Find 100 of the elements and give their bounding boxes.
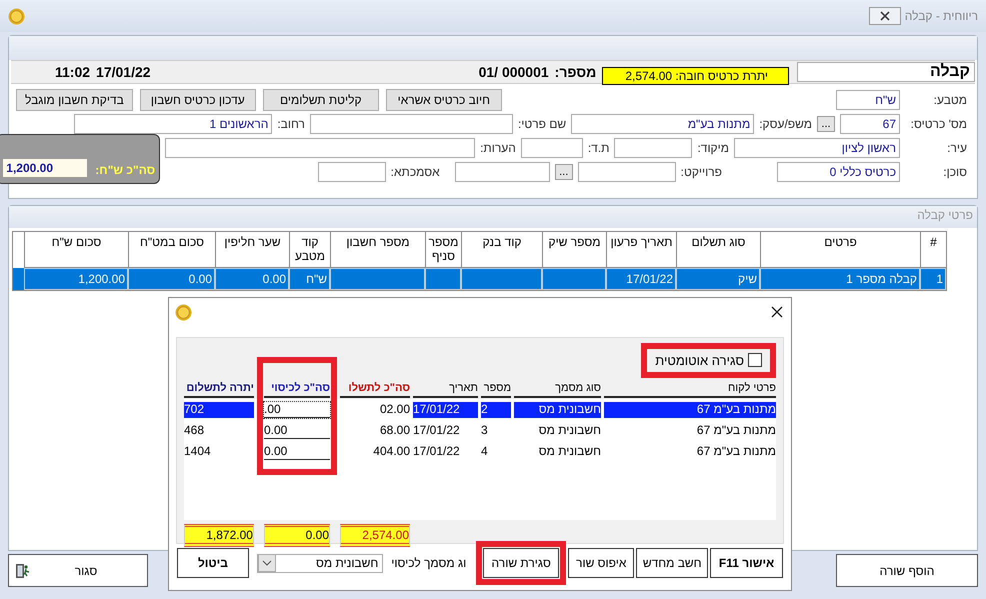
table-cell: קבלה מספר 1 xyxy=(760,268,920,290)
table-cell-text: 404.00 xyxy=(372,444,410,460)
amount-input[interactable]: 0.00 xyxy=(264,444,330,460)
column-header[interactable]: # xyxy=(920,232,946,268)
card-number-field[interactable]: 67 xyxy=(840,114,900,134)
first-name-field[interactable] xyxy=(310,114,513,134)
total-field: 1,200.00 xyxy=(3,159,88,177)
document-number: 01/ 000001 xyxy=(478,64,549,80)
field-label: מטבע: xyxy=(932,93,967,107)
business-field[interactable]: מתנות בע"מ xyxy=(571,114,754,134)
column-header[interactable]: קוד בנק xyxy=(461,232,542,268)
amount-input[interactable]: 0.00 xyxy=(264,423,330,439)
checkbox[interactable] xyxy=(748,353,762,367)
column-header[interactable]: סה"כ לכיסוי xyxy=(264,382,330,398)
project-field[interactable] xyxy=(578,162,676,182)
action-button[interactable]: חיוב כרטיס אשראי xyxy=(386,89,502,111)
table-cell-text: 17/01/22 xyxy=(413,423,461,439)
column-header[interactable]: שער חליפין xyxy=(215,232,289,268)
document-type-dropdown[interactable]: חשבונית מס xyxy=(256,554,384,572)
cancel-button[interactable]: ביטול xyxy=(177,548,249,578)
document-number-label: מספר: xyxy=(554,64,596,80)
column-header[interactable]: סכום ש"ח xyxy=(24,232,128,268)
total-due: 2,574.00 xyxy=(340,524,410,547)
field-label: מס' כרטיס: xyxy=(910,117,967,131)
column-header[interactable]: פרטים xyxy=(760,232,920,268)
column-header[interactable]: סוג מסמך xyxy=(514,382,601,398)
reset-row-button[interactable]: איפוס שור xyxy=(568,548,634,578)
coin-icon xyxy=(175,304,192,320)
currency-field[interactable]: ש"ח xyxy=(836,90,900,110)
column-header[interactable]: קוד מטבע xyxy=(289,232,330,268)
checkbox-label: סגירה אוטומטית xyxy=(655,352,744,368)
column-header[interactable]: מספר סניף xyxy=(425,232,461,268)
recalculate-button[interactable]: חשב מחדש xyxy=(636,548,708,578)
field-label: משפ/עסק: xyxy=(759,117,812,131)
close-row-button[interactable]: סגירת שורה xyxy=(483,548,560,578)
table-cell: ש"ח xyxy=(289,268,330,290)
project-name-field[interactable] xyxy=(454,162,550,182)
reference-field[interactable] xyxy=(318,162,386,182)
table-cell-text: מתנות בע"מ 67 xyxy=(696,444,776,460)
confirm-button[interactable]: אישור F11 xyxy=(710,548,783,578)
table-cell-text: 1404 xyxy=(184,444,212,460)
table-cell: 2 xyxy=(481,402,511,418)
agent-field[interactable]: כרטיס כללי 0 xyxy=(777,162,900,182)
zip-field[interactable] xyxy=(614,138,692,158)
table-cell-text: 468 xyxy=(184,423,206,439)
column-header[interactable]: תאריך פרעון xyxy=(606,232,676,268)
city-field[interactable]: ראשון לציון xyxy=(734,138,900,158)
document-time: 11:02 xyxy=(55,64,90,80)
table-cell: מתנות בע"מ 67 xyxy=(604,402,776,418)
field-label: שם פרטי: xyxy=(518,117,566,131)
total-label: סה"כ ש"ח: xyxy=(95,163,156,177)
table-cell-text: 4 xyxy=(481,444,489,460)
field-label: ת.ד: xyxy=(588,141,610,155)
exit-icon xyxy=(15,562,31,578)
table-cell-text: מתנות בע"מ 67 xyxy=(696,423,776,439)
table-cell: חשבונית מס xyxy=(514,402,601,418)
action-button[interactable]: קליטת תשלומים xyxy=(262,89,379,111)
browse-button[interactable]: ... xyxy=(817,116,835,132)
document-type-field[interactable]: קבלה xyxy=(797,62,975,82)
add-row-button[interactable]: הוסף שורה xyxy=(836,554,978,587)
field-label: מיקוד: xyxy=(697,141,729,155)
field-label: עיר: xyxy=(946,141,967,155)
table-cell-text: חשבונית מס xyxy=(538,444,601,460)
table-cell-text: 3 xyxy=(481,423,489,439)
table-cell-text: 68.00 xyxy=(378,423,410,439)
field-label: רחוב: xyxy=(277,117,305,131)
po-box-field[interactable] xyxy=(520,138,583,158)
close-icon xyxy=(771,306,783,318)
table-cell-text: חשבונית מס xyxy=(538,423,601,439)
table-cell-text: 02.00 xyxy=(378,402,410,418)
column-header[interactable]: סוג תשלום xyxy=(676,232,760,268)
total-balance: 1,872.00 xyxy=(184,524,254,547)
street-field[interactable]: הראשונים 1 xyxy=(74,114,272,134)
table-cell: 1,200.00 xyxy=(24,268,128,290)
browse-button[interactable]: ... xyxy=(554,164,573,180)
column-header[interactable]: סה"כ לתשלו xyxy=(340,382,410,398)
column-header[interactable]: מספר שיק xyxy=(542,232,606,268)
table-cell xyxy=(425,268,461,290)
column-header[interactable]: יתרה לתשלום xyxy=(184,382,254,398)
field-label: הערות: xyxy=(480,141,516,155)
coin-icon xyxy=(8,8,25,24)
column-header[interactable]: תאריך xyxy=(413,382,478,398)
table-cell-text: 17/01/22 xyxy=(413,444,461,460)
amount-input[interactable]: .00 xyxy=(264,402,330,418)
close-button[interactable] xyxy=(868,7,901,25)
action-button[interactable]: בדיקת חשבון מוגבל xyxy=(16,89,133,111)
close-button[interactable]: סגור xyxy=(8,554,148,587)
notes-field[interactable] xyxy=(165,138,476,158)
column-header[interactable]: פרטי לקוח xyxy=(604,382,776,398)
chevron-down-icon xyxy=(258,554,276,572)
column-header[interactable]: מספר חשבון xyxy=(330,232,425,268)
panel-title: פרטי קבלה xyxy=(917,208,973,222)
action-button[interactable]: עדכון כרטיס חשבון xyxy=(140,89,256,111)
column-header[interactable]: מספר xyxy=(481,382,511,398)
close-icon xyxy=(880,11,890,21)
field-label: פרוייקט: xyxy=(680,165,722,179)
document-date: 17/01/22 xyxy=(96,64,151,80)
column-header[interactable]: סכום במט"ח xyxy=(128,232,215,268)
field-label: סוכן: xyxy=(942,165,967,179)
auto-close-checkbox[interactable]: סגירה אוטומטית xyxy=(655,352,762,368)
